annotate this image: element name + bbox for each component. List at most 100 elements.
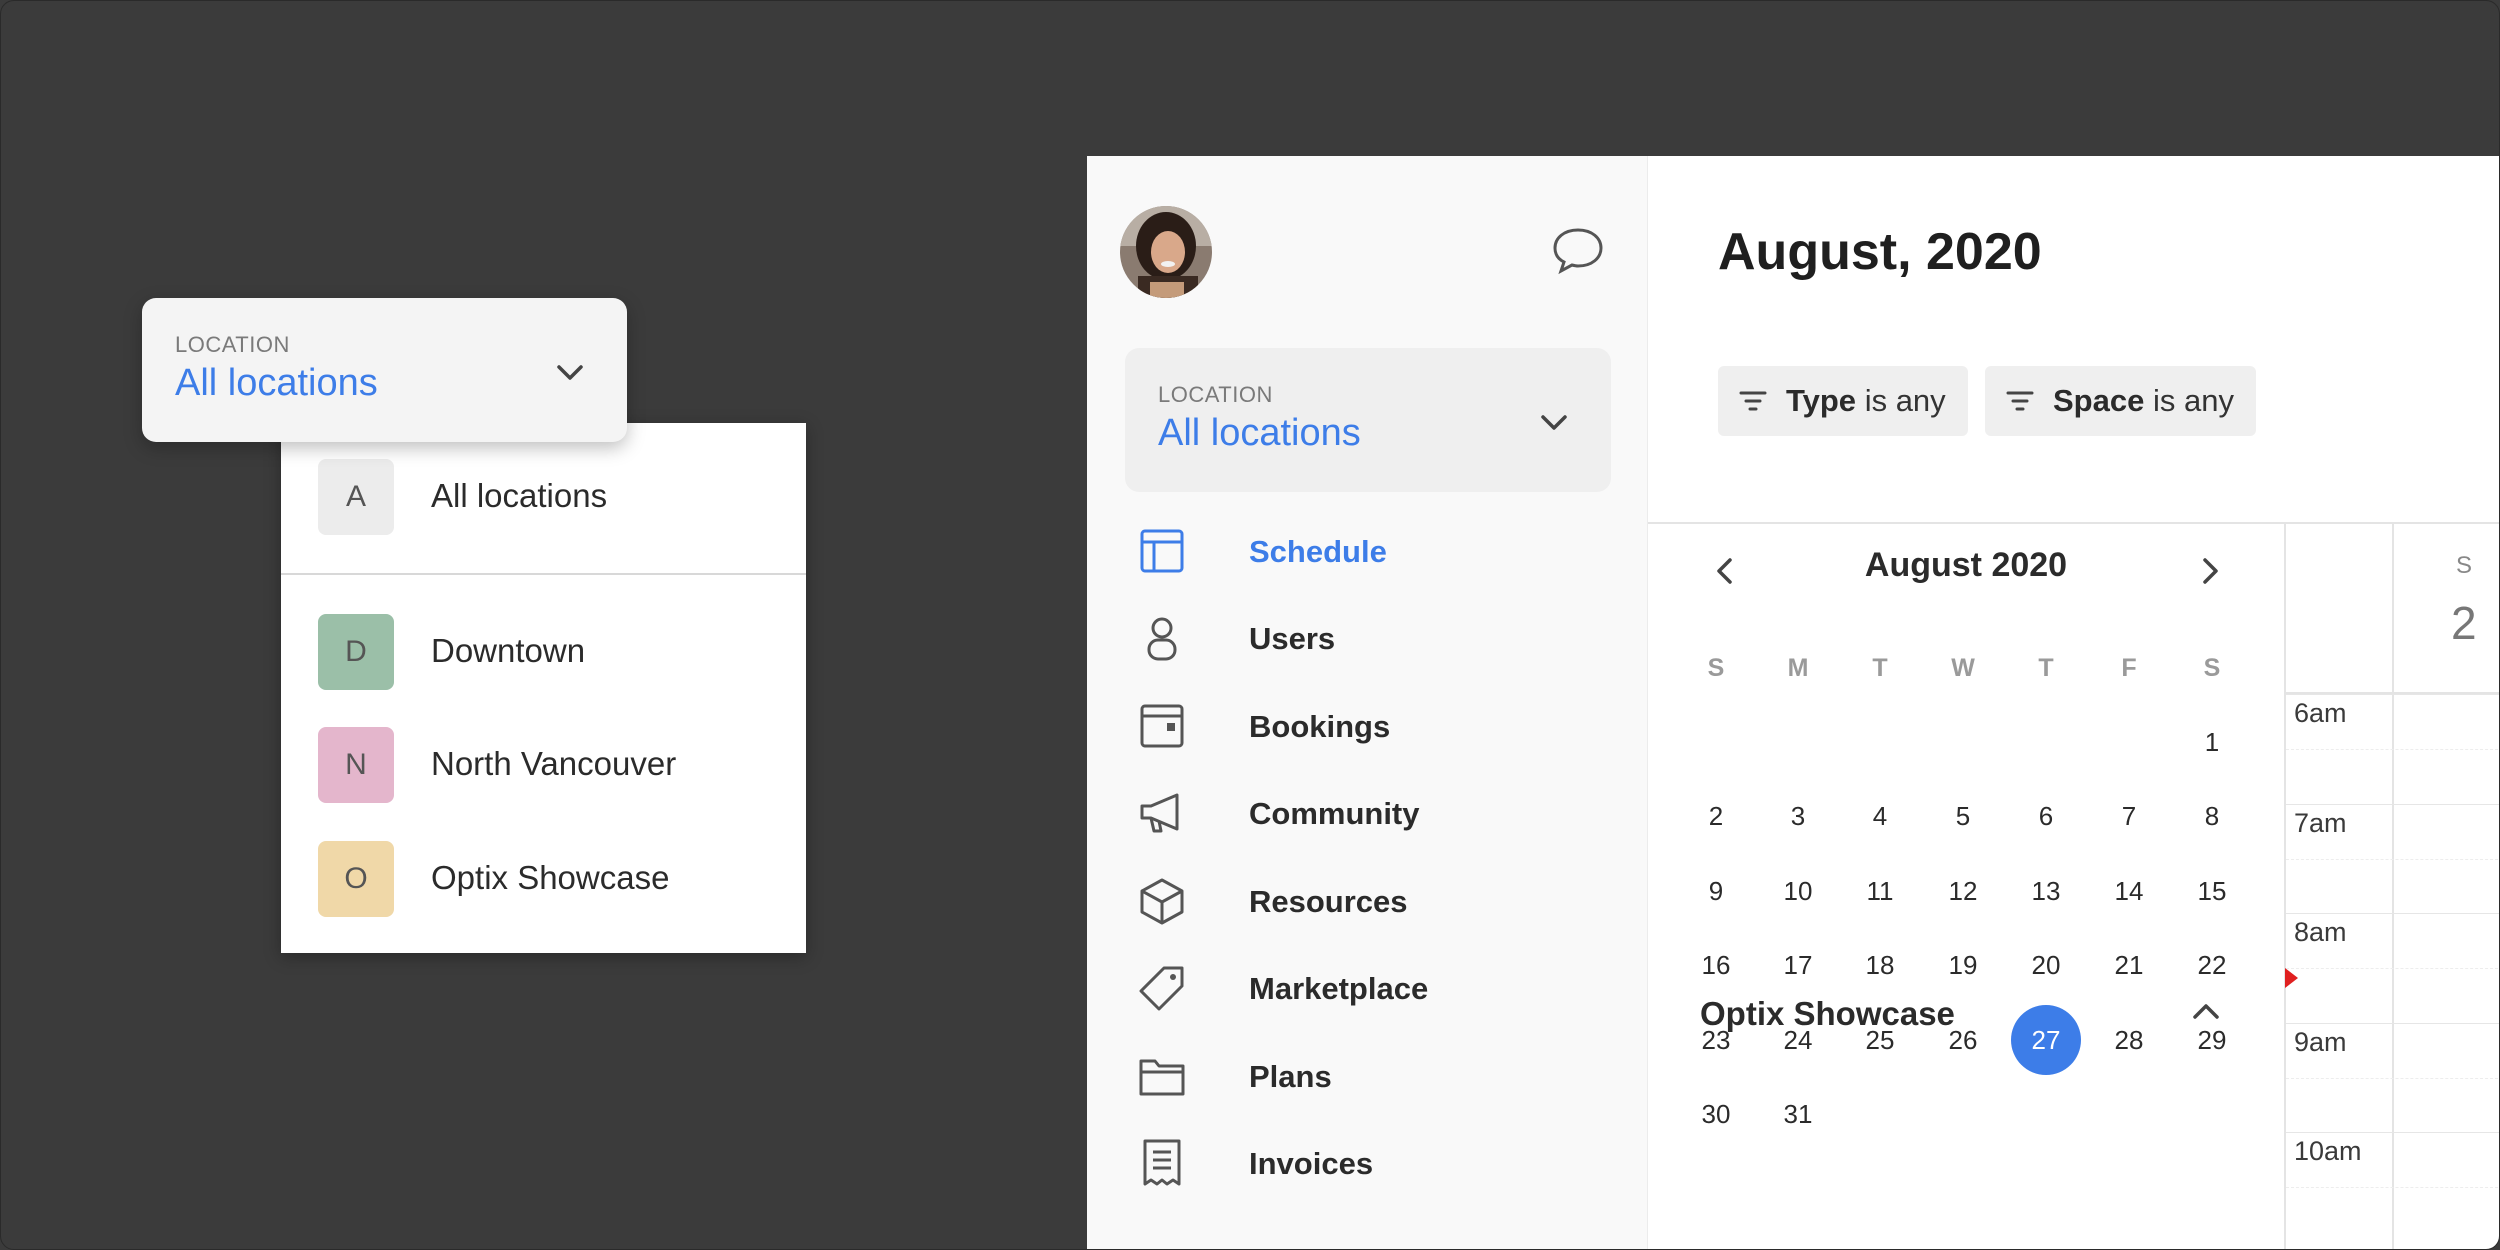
calendar-day[interactable]: 14	[2094, 856, 2164, 926]
avatar-image	[1120, 206, 1212, 298]
calendar-day[interactable]: 7	[2094, 782, 2164, 852]
weekday-header: M	[1787, 654, 1809, 682]
calendar-day[interactable]: 18	[1845, 931, 1915, 1001]
calendar-title: August 2020	[1864, 546, 2068, 584]
sidebar-item-plans[interactable]: Plans	[1087, 1041, 1647, 1111]
calendar-day[interactable]: 13	[2011, 856, 2081, 926]
calendar-day[interactable]: 30	[1681, 1080, 1751, 1150]
location-badge: O	[318, 841, 394, 917]
calendar-day[interactable]: 11	[1845, 856, 1915, 926]
dropdown-item-optix-showcase[interactable]: O Optix Showcase	[318, 841, 788, 917]
nav-label: Users	[1249, 621, 1336, 656]
calendar-day[interactable]: 17	[1763, 931, 1833, 1001]
calendar-day[interactable]: 9	[1681, 856, 1751, 926]
dropdown-item-label: Downtown	[431, 632, 586, 669]
sidebar-item-marketplace[interactable]: Marketplace	[1087, 953, 1647, 1023]
calendar-day[interactable]: 15	[2177, 856, 2247, 926]
folder-icon	[1139, 1059, 1185, 1096]
location-selector[interactable]: LOCATION All locations	[142, 298, 627, 442]
dropdown-item-all-locations[interactable]: A All locations	[318, 459, 788, 535]
sidebar-item-resources[interactable]: Resources	[1087, 866, 1647, 936]
mini-calendar: August 2020 S M T W T F S 1 2 3 4 5 6 7 8 9 10 11 12 13 14 15…	[1648, 524, 2284, 1249]
app-window: LOCATION All locations Schedule Users Bo…	[1087, 156, 2499, 1249]
avatar[interactable]	[1120, 206, 1212, 298]
filter-text: Type is any	[1786, 383, 1946, 419]
filter-value: is any	[1864, 383, 1946, 418]
chevron-up-icon[interactable]	[2189, 999, 2223, 1023]
calendar-day[interactable]: 12	[1928, 856, 1998, 926]
sidebar-item-invoices[interactable]: Invoices	[1087, 1128, 1647, 1198]
cube-icon	[1140, 878, 1184, 925]
dropdown-item-north-vancouver[interactable]: N North Vancouver	[318, 727, 788, 803]
time-label: 10am	[2294, 1136, 2362, 1166]
section-label: Optix Showcase	[1700, 995, 1955, 1032]
sidebar-item-community[interactable]: Community	[1087, 778, 1647, 848]
half-hour-line	[2286, 968, 2499, 969]
day-header-date: 2	[2451, 597, 2477, 649]
sidebar-item-users[interactable]: Users	[1087, 603, 1647, 673]
hour-line	[2286, 1132, 2499, 1133]
calendar-box-icon	[1140, 704, 1184, 748]
half-hour-line	[2286, 1187, 2499, 1188]
space-filter[interactable]: Space is any	[1985, 366, 2256, 436]
type-filter[interactable]: Type is any	[1718, 366, 1968, 436]
chevron-down-icon[interactable]	[1537, 410, 1571, 434]
weekday-header: S	[1707, 654, 1725, 682]
weekday-header: S	[2203, 654, 2221, 682]
main-content: August, 2020 Type is any Space is any Au…	[1648, 156, 2499, 1249]
time-label: 6am	[2294, 698, 2347, 728]
calendar-day[interactable]: 5	[1928, 782, 1998, 852]
nav-label: Plans	[1249, 1059, 1332, 1094]
weekday-header: T	[2038, 654, 2054, 682]
sidebar-item-schedule[interactable]: Schedule	[1087, 516, 1647, 586]
calendar-day[interactable]: 4	[1845, 782, 1915, 852]
nav-label: Marketplace	[1249, 971, 1429, 1006]
dropdown-divider	[281, 573, 806, 575]
location-value: All locations	[1158, 412, 1361, 454]
filter-icon	[2006, 391, 2034, 411]
day-header-weekday: S	[2456, 552, 2473, 579]
screen: LOCATION All locations A All locations D…	[0, 0, 2500, 1250]
time-label: 9am	[2294, 1026, 2347, 1057]
location-badge: A	[318, 459, 394, 535]
calendar-day-selected[interactable]: 27	[2011, 1005, 2081, 1075]
half-hour-line	[2286, 749, 2499, 750]
calendar-day[interactable]: 28	[2094, 1005, 2164, 1075]
chevron-right-icon[interactable]	[2195, 554, 2225, 588]
location-label: LOCATION	[1158, 382, 1273, 407]
receipt-icon	[1143, 1139, 1181, 1186]
hour-line	[2286, 1022, 2499, 1024]
location-dropdown: A All locations D Downtown N North Vanco…	[281, 423, 806, 953]
weekday-header: F	[2121, 654, 2137, 682]
filter-value: is any	[2152, 383, 2234, 418]
column-divider	[2392, 524, 2394, 1249]
calendar-day[interactable]: 1	[2177, 707, 2247, 777]
calendar-day[interactable]: 19	[1928, 931, 1998, 1001]
time-label: 8am	[2294, 917, 2347, 947]
calendar-day[interactable]: 8	[2177, 782, 2247, 852]
chat-icon[interactable]	[1550, 224, 1606, 276]
calendar-day[interactable]: 6	[2011, 782, 2081, 852]
hour-line	[2286, 694, 2499, 695]
nav-label: Resources	[1249, 884, 1408, 919]
calendar-day[interactable]: 3	[1763, 782, 1833, 852]
calendar-day[interactable]: 2	[1681, 782, 1751, 852]
hour-line	[2286, 913, 2499, 914]
weekday-header: W	[1951, 654, 1975, 682]
dropdown-item-label: All locations	[431, 477, 608, 514]
sidebar-item-bookings[interactable]: Bookings	[1087, 691, 1647, 761]
calendar-day[interactable]: 22	[2177, 931, 2247, 1001]
dropdown-item-downtown[interactable]: D Downtown	[318, 614, 788, 690]
calendar-day[interactable]: 31	[1763, 1080, 1833, 1150]
weekday-header: T	[1872, 654, 1888, 682]
megaphone-icon	[1140, 793, 1179, 833]
half-hour-line	[2286, 1077, 2499, 1079]
sidebar-location-selector[interactable]: LOCATION All locations	[1125, 348, 1611, 492]
calendar-day[interactable]: 21	[2094, 931, 2164, 1001]
chevron-down-icon[interactable]	[553, 360, 587, 384]
calendar-day[interactable]: 20	[2011, 931, 2081, 1001]
calendar-day[interactable]: 16	[1681, 931, 1751, 1001]
nav-label: Invoices	[1249, 1146, 1374, 1181]
calendar-day[interactable]: 10	[1763, 856, 1833, 926]
filter-text: Space is any	[2053, 383, 2234, 419]
